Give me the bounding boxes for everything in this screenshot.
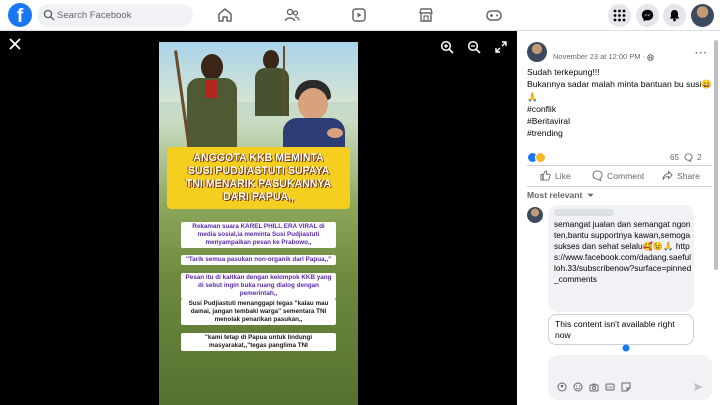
- headline-line-1: ANGGOTA KKB MEMINTA: [193, 152, 324, 164]
- unavailable-content-notice: This content isn't available right now: [548, 314, 694, 345]
- caption-block-5: "kami tetap di Papua untuk lindungi masy…: [181, 333, 336, 351]
- notifications-button[interactable]: [663, 4, 686, 27]
- comment-label: Comment: [607, 171, 645, 181]
- search-input[interactable]: [57, 7, 187, 24]
- comment-input[interactable]: [556, 359, 704, 373]
- post-line-1: Sudah terkepung!!!: [527, 67, 600, 77]
- account-avatar[interactable]: [691, 4, 714, 27]
- haha-reaction-icon: [535, 152, 546, 163]
- zoom-in-icon[interactable]: [440, 40, 454, 54]
- marketplace-icon[interactable]: [417, 6, 435, 24]
- commenter-name-placeholder[interactable]: [554, 209, 614, 216]
- comment-composer[interactable]: GIF: [548, 355, 712, 400]
- divider-top: [527, 165, 712, 166]
- comment-sort-dropdown[interactable]: Most relevant: [527, 190, 594, 200]
- reaction-count[interactable]: 65: [670, 153, 679, 162]
- facebook-logo[interactable]: f: [8, 3, 32, 27]
- post-text: Sudah terkepung!!! Bukannya sadar malah …: [527, 66, 712, 140]
- commenter-avatar[interactable]: [527, 207, 543, 223]
- notifications-icon: [669, 10, 680, 22]
- video-icon[interactable]: [350, 6, 368, 24]
- comment-text: semangat jualan dan semangat ngonten,ban…: [554, 219, 692, 284]
- headline-line-3: TNI MENARIK PASUKANNYA: [185, 178, 332, 190]
- post-line-2: Bukannya sadar malah minta bantuan bu su…: [527, 79, 713, 90]
- more-options-button[interactable]: ···: [695, 48, 708, 59]
- poster-avatar[interactable]: [527, 42, 547, 62]
- messenger-button[interactable]: [636, 4, 659, 27]
- fullscreen-icon[interactable]: [494, 40, 508, 54]
- chevron-down-icon: [587, 194, 594, 198]
- menu-grid-icon: [613, 9, 626, 22]
- send-icon[interactable]: [693, 382, 703, 392]
- emoji-icon[interactable]: [573, 382, 583, 392]
- post-timestamp[interactable]: November 23 at 12:00 PM ·: [553, 52, 654, 61]
- reaction-small-icon: [622, 344, 630, 352]
- panel-scrollbar[interactable]: [714, 40, 718, 270]
- gaming-icon[interactable]: [485, 6, 503, 24]
- divider-bottom: [527, 186, 712, 187]
- woman-figure: [277, 78, 352, 154]
- soldier-figure-left: [174, 50, 243, 150]
- post-line-3: 🙏: [527, 91, 538, 102]
- globe-icon: [647, 53, 654, 61]
- sort-label: Most relevant: [527, 190, 583, 200]
- headline-line-2: SUSI PUDJIASTUTI SUPAYA: [187, 165, 330, 177]
- hashtag-beritaviral[interactable]: #Beritaviral: [527, 115, 712, 127]
- comment-bubble: semangat jualan dan semangat ngonten,ban…: [548, 205, 694, 312]
- headline-line-4: DARI PAPUA,,: [222, 191, 295, 203]
- share-icon: [662, 170, 673, 181]
- menu-button[interactable]: [608, 4, 631, 27]
- media-viewer: ANGGOTA KKB MEMINTA SUSI PUDJIASTUTI SUP…: [0, 31, 517, 405]
- sticker-icon[interactable]: [621, 382, 631, 392]
- post-image: ANGGOTA KKB MEMINTA SUSI PUDJIASTUTI SUP…: [159, 42, 358, 405]
- caption-block-3: Pesan itu di kaitkan dengan kelompok KKB…: [181, 273, 336, 299]
- caption-block-4: Susi Pudjiastuti menanggapi tegas "kalau…: [181, 299, 336, 325]
- like-label: Like: [555, 171, 571, 181]
- comment-icon: [592, 170, 603, 181]
- close-icon[interactable]: [8, 37, 22, 51]
- gif-icon[interactable]: GIF: [605, 382, 615, 392]
- headline-banner: ANGGOTA KKB MEMINTA SUSI PUDJIASTUTI SUP…: [167, 147, 350, 209]
- hashtag-trending[interactable]: #trending: [527, 127, 712, 139]
- messenger-icon: [641, 9, 654, 22]
- search-icon: [43, 9, 55, 21]
- search-box[interactable]: [37, 4, 193, 27]
- like-icon: [540, 170, 551, 181]
- caption-block-2: "Tarik semua pasukan non-organik dari Pa…: [181, 255, 336, 265]
- avatar-sticker-icon[interactable]: [557, 382, 567, 392]
- camera-icon[interactable]: [589, 382, 599, 392]
- top-bar: f: [0, 0, 720, 31]
- svg-text:GIF: GIF: [607, 386, 613, 390]
- caption-block-1: Rekaman suara KAREL PHILL ERA VIRAL di m…: [181, 222, 336, 248]
- friends-icon[interactable]: [283, 6, 301, 24]
- hashtag-conflik[interactable]: #conflik: [527, 103, 712, 115]
- home-icon[interactable]: [216, 6, 234, 24]
- comment-count-icon: [684, 153, 693, 162]
- zoom-out-icon[interactable]: [467, 40, 481, 54]
- comment-count[interactable]: 2: [697, 153, 701, 162]
- timestamp-text[interactable]: November 23 at 12:00 PM ·: [553, 52, 647, 61]
- share-label: Share: [677, 171, 700, 181]
